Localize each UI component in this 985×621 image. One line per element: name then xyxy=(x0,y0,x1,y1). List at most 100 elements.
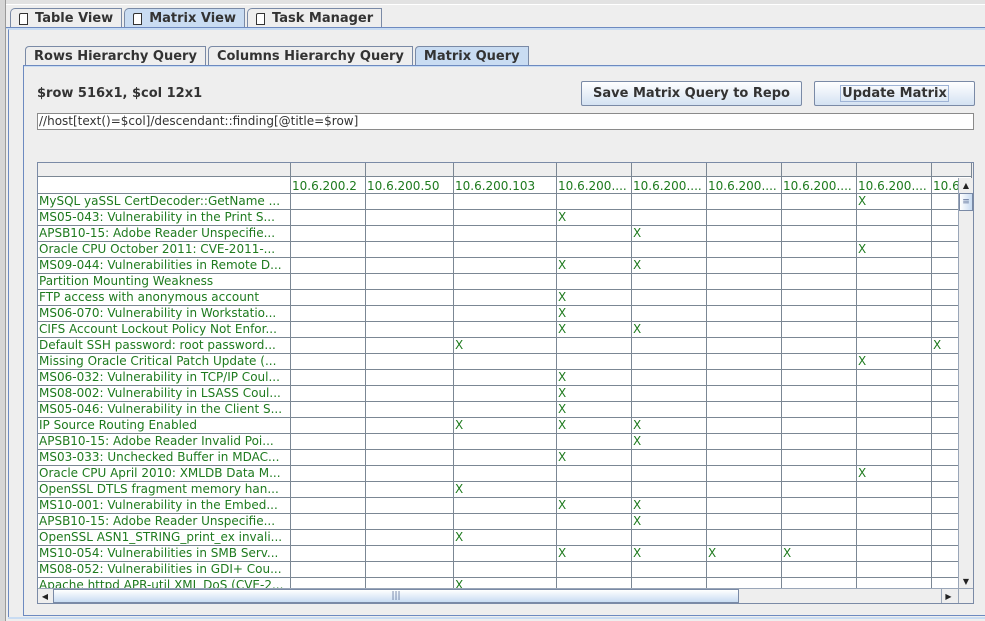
row-label[interactable]: MS09-044: Vulnerabilities in Remote D... xyxy=(38,258,291,274)
matrix-cell[interactable] xyxy=(366,402,454,418)
matrix-cell[interactable] xyxy=(632,354,707,370)
matrix-cell[interactable] xyxy=(857,370,932,386)
matrix-cell[interactable] xyxy=(707,274,782,290)
matrix-cell[interactable] xyxy=(557,274,632,290)
matrix-cell[interactable] xyxy=(857,322,932,338)
matrix-cell[interactable] xyxy=(291,418,366,434)
matrix-cell[interactable] xyxy=(632,466,707,482)
matrix-cell[interactable] xyxy=(782,290,857,306)
matrix-cell[interactable] xyxy=(707,210,782,226)
matrix-cell[interactable] xyxy=(857,498,932,514)
matrix-cell[interactable] xyxy=(291,354,366,370)
tab-rows-hierarchy-query[interactable]: Rows Hierarchy Query xyxy=(25,46,206,66)
matrix-cell[interactable] xyxy=(782,450,857,466)
matrix-cell[interactable] xyxy=(782,242,857,258)
matrix-cell[interactable] xyxy=(782,274,857,290)
row-label[interactable]: APSB10-15: Adobe Reader Unspecifie... xyxy=(38,514,291,530)
row-label[interactable]: MySQL yaSSL CertDecoder::GetName ... xyxy=(38,194,291,210)
matrix-cell[interactable] xyxy=(454,322,557,338)
row-label[interactable]: MS08-002: Vulnerability in LSASS Coul... xyxy=(38,386,291,402)
matrix-cell[interactable] xyxy=(857,306,932,322)
matrix-cell[interactable] xyxy=(366,466,454,482)
matrix-cell[interactable] xyxy=(857,434,932,450)
matrix-cell[interactable] xyxy=(291,338,366,354)
tab-columns-hierarchy-query[interactable]: Columns Hierarchy Query xyxy=(207,46,413,66)
row-label[interactable]: APSB10-15: Adobe Reader Unspecifie... xyxy=(38,226,291,242)
matrix-cell[interactable] xyxy=(782,258,857,274)
row-label[interactable]: MS03-033: Unchecked Buffer in MDAC... xyxy=(38,450,291,466)
matrix-cell[interactable] xyxy=(291,514,366,530)
matrix-cell[interactable] xyxy=(707,242,782,258)
matrix-cell[interactable] xyxy=(291,386,366,402)
matrix-cell[interactable] xyxy=(857,418,932,434)
matrix-cell[interactable] xyxy=(707,482,782,498)
row-label[interactable]: MS06-032: Vulnerability in TCP/IP Coul..… xyxy=(38,370,291,386)
matrix-cell[interactable] xyxy=(857,258,932,274)
row-label[interactable]: OpenSSL DTLS fragment memory han... xyxy=(38,482,291,498)
row-label[interactable]: Oracle CPU October 2011: CVE-2011-... xyxy=(38,242,291,258)
matrix-cell[interactable] xyxy=(291,306,366,322)
matrix-cell[interactable] xyxy=(366,274,454,290)
matrix-cell[interactable] xyxy=(782,498,857,514)
matrix-cell[interactable] xyxy=(454,546,557,562)
matrix-cell[interactable] xyxy=(707,434,782,450)
matrix-cell[interactable] xyxy=(782,210,857,226)
matrix-cell[interactable] xyxy=(366,498,454,514)
matrix-cell[interactable] xyxy=(291,434,366,450)
matrix-cell[interactable]: X xyxy=(632,322,707,338)
matrix-cell[interactable] xyxy=(782,194,857,210)
row-label[interactable]: Oracle CPU April 2010: XMLDB Data M... xyxy=(38,466,291,482)
matrix-cell[interactable] xyxy=(857,386,932,402)
matrix-cell[interactable] xyxy=(291,322,366,338)
matrix-cell[interactable] xyxy=(707,338,782,354)
matrix-cell[interactable]: X xyxy=(557,370,632,386)
vertical-scrollbar[interactable]: ▲ ≡ ▼ xyxy=(958,178,973,588)
tab-matrix-view[interactable]: Matrix View xyxy=(124,8,246,28)
row-label[interactable]: MS08-052: Vulnerabilities in GDI+ Cou... xyxy=(38,562,291,578)
matrix-cell[interactable] xyxy=(454,498,557,514)
matrix-cell[interactable] xyxy=(707,194,782,210)
matrix-cell[interactable] xyxy=(291,546,366,562)
matrix-cell[interactable]: X xyxy=(557,402,632,418)
matrix-cell[interactable] xyxy=(782,306,857,322)
matrix-cell[interactable] xyxy=(454,194,557,210)
matrix-cell[interactable] xyxy=(632,274,707,290)
column-group-header[interactable] xyxy=(557,163,632,177)
matrix-cell[interactable] xyxy=(707,562,782,578)
column-group-header[interactable] xyxy=(454,163,557,177)
matrix-cell[interactable] xyxy=(782,226,857,242)
matrix-cell[interactable] xyxy=(366,434,454,450)
matrix-cell[interactable] xyxy=(632,306,707,322)
matrix-cell[interactable] xyxy=(632,370,707,386)
column-header[interactable]: 10.6.200.103 xyxy=(454,177,557,194)
matrix-cell[interactable] xyxy=(291,226,366,242)
matrix-cell[interactable] xyxy=(366,290,454,306)
row-label[interactable]: Partition Mounting Weakness xyxy=(38,274,291,290)
scroll-down-arrow-icon[interactable]: ▼ xyxy=(959,574,973,588)
matrix-cell[interactable] xyxy=(557,194,632,210)
matrix-cell[interactable]: X xyxy=(782,546,857,562)
matrix-cell[interactable] xyxy=(366,418,454,434)
matrix-cell[interactable] xyxy=(557,338,632,354)
matrix-cell[interactable] xyxy=(782,338,857,354)
matrix-cell[interactable] xyxy=(557,242,632,258)
matrix-cell[interactable] xyxy=(454,306,557,322)
matrix-cell[interactable] xyxy=(857,530,932,546)
row-label[interactable]: OpenSSL ASN1_STRING_print_ex invali... xyxy=(38,530,291,546)
matrix-cell[interactable] xyxy=(291,466,366,482)
column-header[interactable]: 10.6.200.50 xyxy=(366,177,454,194)
matrix-cell[interactable] xyxy=(707,258,782,274)
matrix-cell[interactable] xyxy=(557,514,632,530)
matrix-cell[interactable] xyxy=(557,354,632,370)
matrix-cell[interactable] xyxy=(366,450,454,466)
matrix-cell[interactable] xyxy=(366,210,454,226)
matrix-cell[interactable] xyxy=(707,290,782,306)
matrix-cell[interactable] xyxy=(857,482,932,498)
matrix-cell[interactable] xyxy=(366,338,454,354)
column-group-header[interactable] xyxy=(38,163,291,177)
matrix-cell[interactable] xyxy=(291,194,366,210)
matrix-cell[interactable] xyxy=(557,562,632,578)
column-header[interactable]: 10.6.200.... xyxy=(707,177,782,194)
matrix-cell[interactable] xyxy=(291,482,366,498)
matrix-cell[interactable] xyxy=(707,402,782,418)
